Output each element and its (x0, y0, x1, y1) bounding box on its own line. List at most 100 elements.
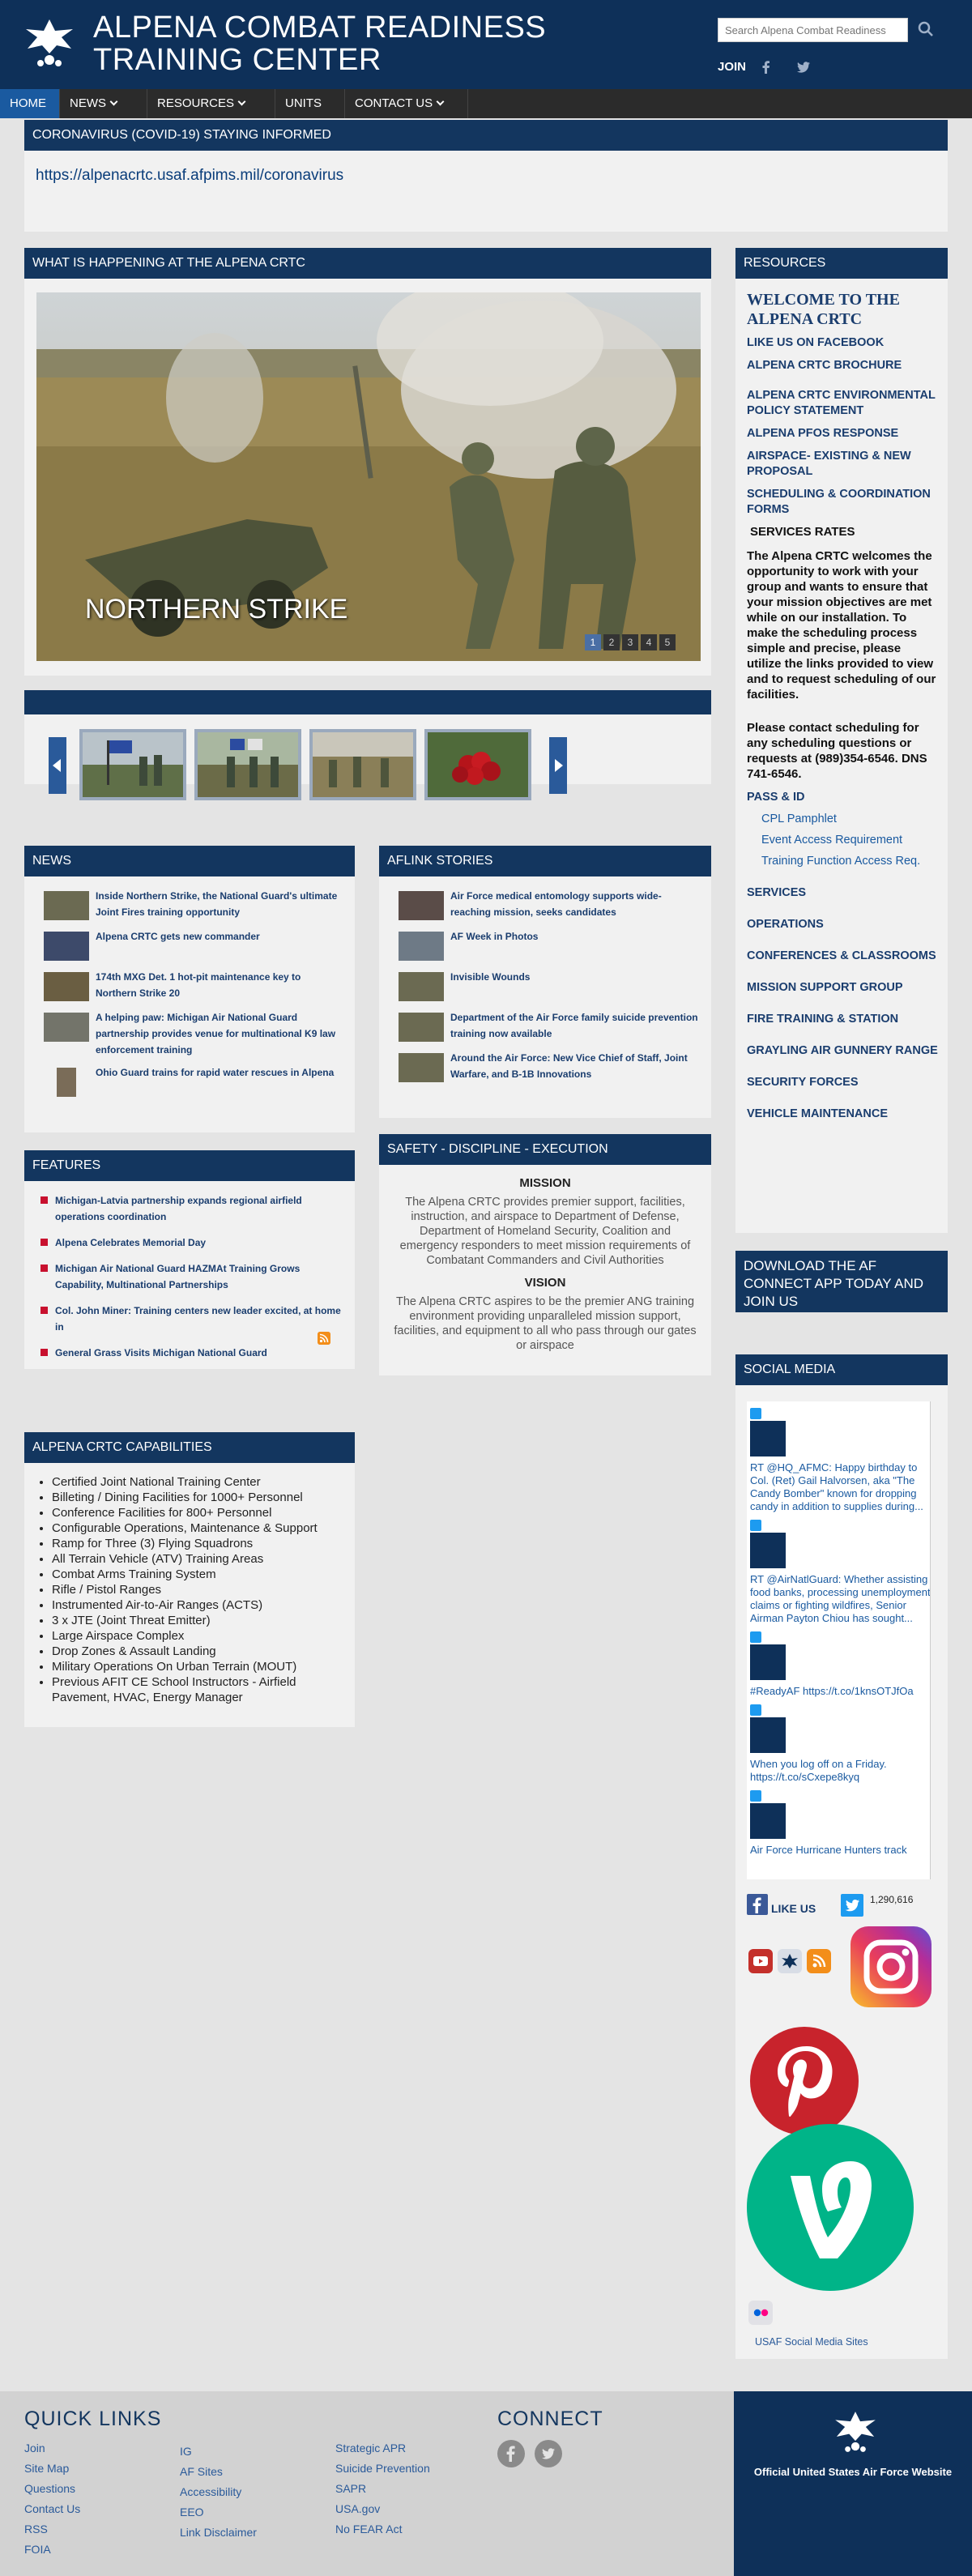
nav-item-news[interactable]: NEWS (60, 89, 147, 118)
footer-link[interactable]: Contact Us (24, 2499, 80, 2519)
footer-link[interactable]: Accessibility (180, 2482, 257, 2502)
like-us-label[interactable]: LIKE US (771, 1902, 816, 1915)
footer-link[interactable]: EEO (180, 2502, 257, 2523)
tweet[interactable]: RT @AirNatlGuard: Whether assisting food… (747, 1513, 935, 1625)
footer-link[interactable]: No FEAR Act (335, 2519, 430, 2540)
tweet[interactable]: When you log off on a Friday. https://t.… (747, 1698, 935, 1784)
footer-link[interactable]: USA.gov (335, 2499, 430, 2519)
footer-link[interactable]: Suicide Prevention (335, 2459, 430, 2479)
resource-link[interactable]: GRAYLING AIR GUNNERY RANGE (747, 1043, 938, 1059)
news-link[interactable]: Inside Northern Strike, the National Gua… (96, 890, 337, 918)
list-item[interactable]: Alpena Celebrates Memorial Day (40, 1235, 347, 1251)
join-link[interactable]: JOIN (718, 60, 746, 74)
twitter-icon[interactable] (535, 2440, 562, 2467)
af-portal-icon[interactable] (778, 1949, 802, 1973)
facebook-icon[interactable] (497, 2440, 525, 2467)
usaf-social-sites-link[interactable]: USAF Social Media Sites (755, 2336, 868, 2348)
air-force-logo-icon[interactable] (399, 1053, 444, 1082)
youtube-icon[interactable] (748, 1949, 773, 1973)
resource-link[interactable]: ALPENA CRTC ENVIRONMENTAL POLICY STATEME… (747, 388, 938, 419)
air-force-logo-icon[interactable] (21, 15, 78, 71)
services-rates-label[interactable]: SERVICES RATES (750, 525, 938, 539)
footer-link[interactable]: RSS (24, 2519, 80, 2540)
sub-link[interactable]: Event Access Requirement (761, 834, 938, 847)
footer-link[interactable]: AF Sites (180, 2462, 257, 2482)
twitter-icon[interactable] (841, 1894, 863, 1917)
resource-link[interactable]: PASS & ID (747, 790, 938, 805)
flickr-icon[interactable] (748, 2301, 773, 2325)
air-force-logo-icon[interactable] (399, 1013, 444, 1042)
facebook-icon[interactable] (747, 1894, 768, 1915)
sub-link[interactable]: Training Function Access Req. (761, 855, 938, 868)
list-item[interactable]: Michigan-Latvia partnership expands regi… (40, 1192, 347, 1225)
nav-item-home[interactable]: HOME (0, 89, 60, 118)
news-thumb[interactable] (44, 972, 89, 1001)
resource-link[interactable]: FIRE TRAINING & STATION (747, 1012, 938, 1027)
aflink-thumb[interactable] (399, 891, 444, 920)
carousel-thumb[interactable] (79, 729, 186, 800)
news-thumb[interactable] (57, 1068, 76, 1097)
slide-dot[interactable]: 5 (659, 634, 676, 650)
sub-link[interactable]: CPL Pamphlet (761, 812, 938, 825)
download-app-heading[interactable]: DOWNLOAD THE AF CONNECT APP TODAY AND JO… (735, 1251, 948, 1312)
slide-dot[interactable]: 4 (641, 634, 657, 650)
carousel-thumb[interactable] (424, 729, 531, 800)
resource-link[interactable]: CONFERENCES & CLASSROOMS (747, 949, 938, 964)
resource-link[interactable]: ALPENA CRTC BROCHURE (747, 358, 938, 373)
vine-icon[interactable] (747, 2124, 914, 2291)
slide-dot[interactable]: 3 (622, 634, 638, 650)
carousel-thumb[interactable] (194, 729, 301, 800)
resource-link[interactable]: SERVICES (747, 885, 938, 901)
twitter-feed[interactable]: RT @HQ_AFMC: Happy birthday to Col. (Ret… (747, 1401, 935, 1879)
news-link[interactable]: A helping paw: Michigan Air National Gua… (96, 1012, 335, 1056)
list-item[interactable]: Col. John Miner: Training centers new le… (40, 1303, 347, 1335)
resource-link[interactable]: MISSION SUPPORT GROUP (747, 980, 938, 996)
footer-link[interactable]: Site Map (24, 2459, 80, 2479)
carousel-next-button[interactable] (549, 737, 567, 794)
download-app-panel[interactable]: DOWNLOAD THE AF CONNECT APP TODAY AND JO… (735, 1251, 948, 1312)
footer-link[interactable]: Link Disclaimer (180, 2523, 257, 2543)
resource-link[interactable]: VEHICLE MAINTENANCE (747, 1107, 938, 1122)
twitter-feed-scrollbar[interactable] (930, 1401, 936, 1879)
footer-link[interactable]: IG (180, 2442, 257, 2462)
twitter-icon[interactable] (795, 59, 812, 75)
list-item[interactable]: General Grass Visits Michigan National G… (40, 1345, 347, 1361)
aflink-thumb[interactable] (399, 932, 444, 961)
footer-link[interactable]: SAPR (335, 2479, 430, 2499)
tweet[interactable]: RT @HQ_AFMC: Happy birthday to Col. (Ret… (747, 1401, 935, 1513)
news-link[interactable]: 174th MXG Det. 1 hot-pit maintenance key… (96, 971, 301, 999)
air-force-logo-icon[interactable] (399, 972, 444, 1001)
slide-dot[interactable]: 2 (603, 634, 620, 650)
rss-icon[interactable] (318, 1332, 330, 1345)
news-thumb[interactable] (44, 932, 89, 961)
news-thumb[interactable] (44, 891, 89, 920)
resource-link[interactable]: OPERATIONS (747, 917, 938, 932)
carousel-thumb[interactable] (309, 729, 416, 800)
footer-link[interactable]: Questions (24, 2479, 80, 2499)
slide-dot[interactable]: 1 (585, 634, 601, 650)
tweet[interactable]: #ReadyAF https://t.co/1knsOTJfOa (747, 1625, 935, 1698)
aflink-link[interactable]: Around the Air Force: New Vice Chief of … (450, 1052, 688, 1080)
hero-slide[interactable]: NORTHERN STRIKE 12345 (36, 292, 701, 661)
resource-link[interactable]: SCHEDULING & COORDINATION FORMS (747, 487, 938, 518)
resource-link[interactable]: ALPENA PFOS RESPONSE (747, 426, 938, 441)
resource-link[interactable]: SECURITY FORCES (747, 1075, 938, 1090)
footer-link[interactable]: Strategic APR (335, 2438, 430, 2459)
news-link[interactable]: Ohio Guard trains for rapid water rescue… (96, 1067, 334, 1078)
nav-item-contact-us[interactable]: CONTACT US (345, 89, 468, 118)
instagram-icon[interactable] (850, 1926, 932, 2007)
footer-link[interactable]: Join (24, 2438, 80, 2459)
news-thumb[interactable] (44, 1013, 89, 1042)
nav-item-units[interactable]: UNITS (275, 89, 345, 118)
resource-link[interactable]: AIRSPACE- EXISTING & NEW PROPOSAL (747, 449, 938, 480)
nav-item-resources[interactable]: RESOURCES (147, 89, 275, 118)
search-input[interactable] (718, 18, 908, 42)
covid-link[interactable]: https://alpenacrtc.usaf.afpims.mil/coron… (36, 167, 343, 185)
pinterest-icon[interactable] (750, 2027, 859, 2135)
official-af-block[interactable]: Official United States Air Force Website (734, 2391, 972, 2576)
tweet[interactable]: Air Force Hurricane Hunters track (747, 1784, 935, 1857)
aflink-link[interactable]: Invisible Wounds (450, 971, 530, 983)
rss-icon[interactable] (807, 1949, 831, 1973)
resource-link[interactable]: LIKE US ON FACEBOOK (747, 335, 938, 351)
news-link[interactable]: Alpena CRTC gets new commander (96, 931, 260, 942)
